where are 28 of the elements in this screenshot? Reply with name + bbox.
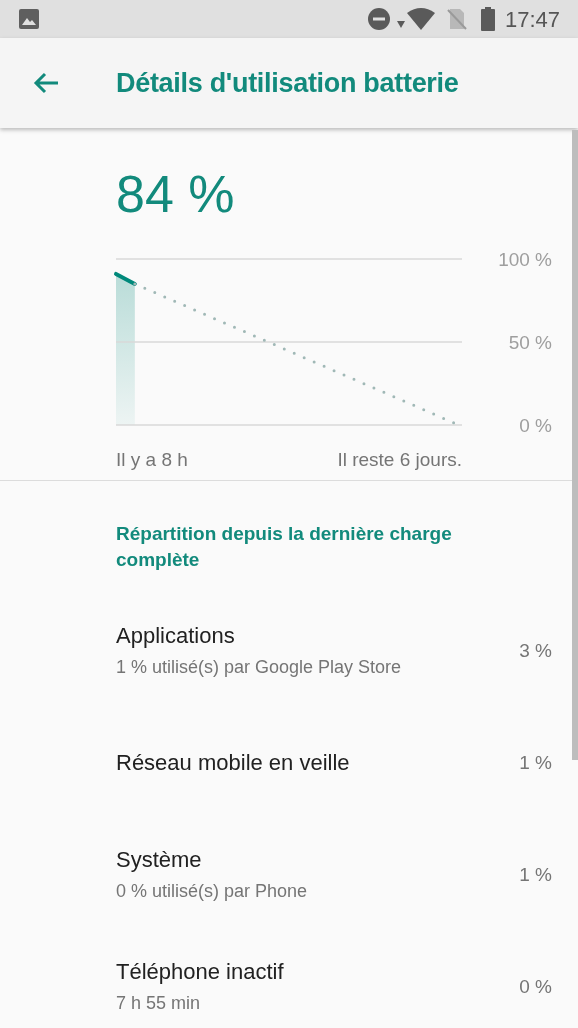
- no-sim-icon: [446, 8, 467, 30]
- axis-label: 50 %: [508, 332, 552, 353]
- item-value: 3 %: [519, 638, 552, 663]
- do-not-disturb-icon: [366, 7, 391, 31]
- toolbar-title: Détails d'utilisation batterie: [116, 66, 459, 100]
- data-arrow-icon: [396, 20, 405, 28]
- item-value: 1 %: [519, 750, 552, 775]
- wifi-icon: [406, 8, 435, 30]
- axis-label: 100 %: [498, 249, 552, 270]
- back-arrow-icon: [33, 72, 59, 94]
- chart-start-label: Il y a 8 h: [116, 448, 188, 472]
- image-icon: [18, 8, 40, 30]
- item-summary: 1 % utilisé(s) par Google Play Store: [116, 656, 403, 679]
- usage-line: [114, 271, 137, 286]
- item-title: Téléphone inactif: [116, 958, 285, 986]
- item-title: Réseau mobile en veille: [116, 749, 351, 777]
- axis-label: 0 %: [519, 415, 552, 436]
- item-summary: 7 h 55 min: [116, 992, 202, 1015]
- section-header: Répartition depuis la dernière charge complète: [116, 522, 453, 572]
- battery-icon: [480, 7, 495, 31]
- item-value: 1 %: [519, 862, 552, 887]
- status-time: 17:47: [504, 5, 560, 34]
- item-title: Système: [116, 846, 203, 874]
- item-summary: 0 % utilisé(s) par Phone: [116, 880, 309, 903]
- chart-end-label: Il reste 6 jours.: [337, 448, 462, 472]
- item-value: 0 %: [519, 974, 552, 999]
- battery-percentage: 84 %: [116, 164, 236, 224]
- item-title: Applications: [116, 622, 236, 650]
